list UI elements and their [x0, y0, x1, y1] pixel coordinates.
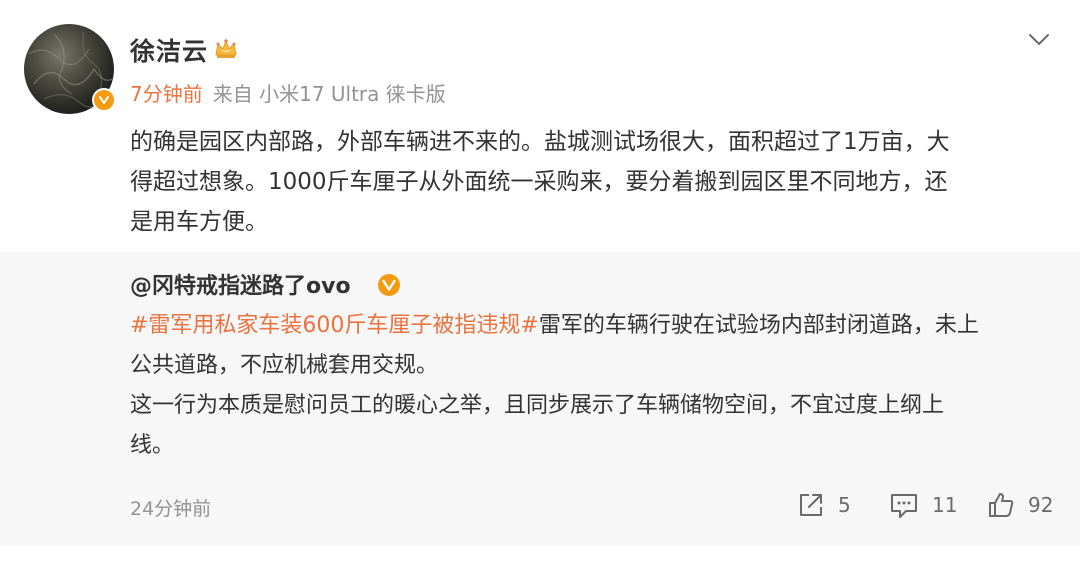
post-meta: 7分钟前 来自 小米17 Ultra 徕卡版	[130, 78, 446, 107]
comment-button[interactable]: 11	[888, 488, 957, 522]
post-text-line: 的确是园区内部路，外部车辆进不来的。盐城测试场很大，面积超过了1万亩，大	[130, 129, 950, 155]
topic-link[interactable]: #雷军用私家车装600斤车厘子被指违规#	[130, 313, 539, 338]
repost-text-line: 线。	[130, 433, 175, 458]
post-time[interactable]: 7分钟前	[130, 82, 203, 106]
repost-author[interactable]: @冈特戒指迷路了ovo	[130, 268, 351, 300]
post-text: 的确是园区内部路，外部车辆进不来的。盐城测试场很大，面积超过了1万亩，大 得超过…	[130, 122, 1050, 242]
like-icon	[989, 493, 1014, 517]
repost-text: #雷军用私家车装600斤车厘子被指违规#雷军的车辆行驶在试验场内部封闭道路，未上…	[130, 306, 1050, 466]
post-text-line: 是用车方便。	[130, 209, 268, 235]
chevron-down-icon[interactable]	[1026, 26, 1052, 52]
repost-text-line: 公共道路，不应机械套用交规。	[130, 353, 439, 378]
verified-badge-icon	[378, 274, 400, 296]
repost-text-line: #雷军用私家车装600斤车厘子被指违规#雷军的车辆行驶在试验场内部封闭道路，未上	[130, 306, 1050, 346]
username[interactable]: 徐洁云	[130, 32, 208, 68]
post-source: 来自 小米17 Ultra 徕卡版	[212, 82, 446, 106]
comment-count: 11	[932, 493, 958, 517]
repost-count: 5	[838, 493, 851, 517]
avatar[interactable]	[24, 24, 116, 114]
like-count: 92	[1028, 493, 1054, 517]
share-icon	[800, 494, 822, 516]
repost-text-line: 这一行为本质是慰问员工的暖心之举，且同步展示了车辆储物空间，不宜过度上纲上	[130, 393, 945, 418]
post-text-line: 得超过想象。1000斤车厘子从外面统一采购来，要分着搬到园区里不同地方，还	[130, 169, 948, 195]
verified-badge-icon	[92, 88, 116, 112]
repost-time[interactable]: 24分钟前	[130, 494, 211, 521]
comment-icon	[891, 494, 917, 518]
repost-text-segment: 雷军的车辆行驶在试验场内部封闭道路，未上	[538, 313, 979, 338]
crown-icon	[215, 39, 237, 58]
repost-button[interactable]: 5	[796, 488, 851, 522]
like-button[interactable]: 92	[986, 488, 1053, 522]
